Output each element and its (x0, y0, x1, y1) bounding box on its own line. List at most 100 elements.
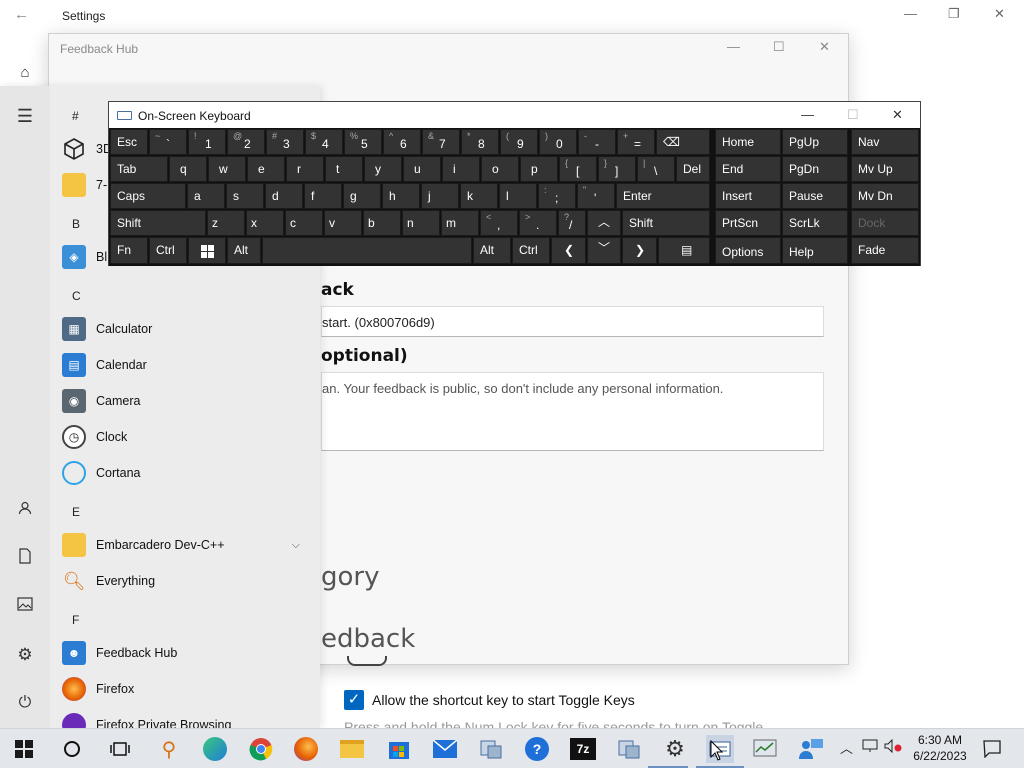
key-options[interactable]: Options (715, 237, 781, 264)
key-enter[interactable]: Enter (616, 183, 710, 209)
settings-close-button[interactable]: ✕ (994, 6, 1005, 22)
group-letter[interactable]: E (72, 505, 80, 519)
key-m[interactable]: m (441, 210, 479, 236)
feedback-people-icon[interactable] (797, 735, 825, 763)
key-shift-left[interactable]: Shift (110, 210, 206, 236)
key-help[interactable]: Help (782, 237, 848, 264)
key-f[interactable]: f (304, 183, 342, 209)
key-fade[interactable]: Fade (851, 237, 919, 264)
key-1[interactable]: ! 1 (188, 129, 226, 155)
home-icon[interactable]: ⌂ (14, 62, 36, 84)
key-mvup[interactable]: Mv Up (851, 156, 919, 182)
key-q[interactable]: q (169, 156, 207, 182)
key-t[interactable]: t (325, 156, 363, 182)
performance-icon[interactable] (751, 735, 779, 763)
network-icon[interactable] (862, 739, 878, 756)
key-z[interactable]: z (207, 210, 245, 236)
key-nav[interactable]: Nav (851, 129, 919, 155)
store-icon[interactable] (385, 735, 413, 763)
key-9[interactable]: (9 (500, 129, 538, 155)
start-icon[interactable] (10, 735, 38, 763)
key-up-arrow[interactable]: ︿ (587, 210, 621, 236)
key-k[interactable]: k (460, 183, 498, 209)
key-u[interactable]: u (403, 156, 441, 182)
key-g[interactable]: g (343, 183, 381, 209)
checkbox-checked-icon[interactable]: ✓ (344, 690, 364, 710)
edge-icon[interactable] (201, 735, 229, 763)
app-clock[interactable]: ◷ Clock (62, 420, 312, 454)
key-3[interactable]: #3 (266, 129, 304, 155)
taskbar-clock[interactable]: 6:30 AM 6/22/2023 (908, 732, 972, 764)
key-period[interactable]: >. (519, 210, 557, 236)
key-backspace[interactable]: ⌫ (656, 129, 710, 155)
feedback-minimize-button[interactable]: — (727, 39, 740, 54)
key-w[interactable]: w (208, 156, 246, 182)
key-b[interactable]: b (363, 210, 401, 236)
network-app-2-icon[interactable] (615, 735, 643, 763)
key-2[interactable]: @2 (227, 129, 265, 155)
key-shift-right[interactable]: Shift (622, 210, 710, 236)
key-a[interactable]: a (187, 183, 225, 209)
task-view-icon[interactable] (106, 735, 134, 763)
app-firefox-private[interactable]: Firefox Private Browsing (62, 708, 312, 728)
key-j[interactable]: j (421, 183, 459, 209)
key-pause[interactable]: Pause (782, 183, 848, 209)
key-5[interactable]: % 5 (344, 129, 382, 155)
hamburger-icon[interactable]: ☰ (14, 105, 36, 127)
back-arrow-icon[interactable]: ← (14, 6, 29, 23)
group-letter[interactable]: C (72, 289, 81, 303)
key-minus[interactable]: -- (578, 129, 616, 155)
key-x[interactable]: x (246, 210, 284, 236)
key-slash[interactable]: ? / (558, 210, 586, 236)
user-icon[interactable] (14, 500, 36, 522)
key-ctrl-left[interactable]: Ctrl (149, 237, 187, 264)
app-firefox[interactable]: Firefox (62, 672, 312, 706)
key-8[interactable]: * 8 (461, 129, 499, 155)
key-windows[interactable] (188, 237, 226, 264)
file-explorer-icon[interactable] (338, 735, 366, 763)
key-semicolon[interactable]: :; (538, 183, 576, 209)
key-pgdn[interactable]: PgDn (782, 156, 848, 182)
7zip-icon[interactable]: 7z (569, 735, 597, 763)
key-quote[interactable]: " ' (577, 183, 615, 209)
osk-close-button[interactable]: ✕ (892, 107, 903, 123)
key-c[interactable]: c (285, 210, 323, 236)
key-r[interactable]: r (286, 156, 324, 182)
app-calculator[interactable]: ▦ Calculator (62, 312, 312, 346)
app-feedback-hub[interactable]: ☻ Feedback Hub (62, 636, 312, 670)
key-mvdn[interactable]: Mv Dn (851, 183, 919, 209)
key-equals[interactable]: + = (617, 129, 655, 155)
key-i[interactable]: i (442, 156, 480, 182)
key-4[interactable]: $4 (305, 129, 343, 155)
key-left-bracket[interactable]: {[ (559, 156, 597, 182)
firefox-icon[interactable] (292, 735, 320, 763)
feedback-maximize-button[interactable]: ☐ (773, 39, 785, 55)
key-fn[interactable]: Fn (110, 237, 148, 264)
key-tilde[interactable]: ~ ` (149, 129, 187, 155)
key-0[interactable]: ) 0 (539, 129, 577, 155)
notification-icon[interactable] (978, 735, 1006, 763)
app-camera[interactable]: ◉ Camera (62, 384, 312, 418)
key-pgup[interactable]: PgUp (782, 129, 848, 155)
app-cortana[interactable]: Cortana (62, 456, 312, 490)
pictures-icon[interactable] (14, 596, 36, 618)
key-right-bracket[interactable]: }] (598, 156, 636, 182)
key-alt-left[interactable]: Alt (227, 237, 261, 264)
mail-icon[interactable] (431, 735, 459, 763)
key-o[interactable]: o (481, 156, 519, 182)
key-esc[interactable]: Esc (110, 129, 148, 155)
documents-icon[interactable] (14, 548, 36, 570)
group-letter[interactable]: F (72, 613, 79, 627)
key-l[interactable]: l (499, 183, 537, 209)
feedback-close-button[interactable]: ✕ (819, 39, 830, 55)
key-caps[interactable]: Caps (110, 183, 186, 209)
key-s[interactable]: s (226, 183, 264, 209)
search-circle-icon[interactable] (58, 735, 86, 763)
details-textarea[interactable]: an. Your feedback is public, so don't in… (321, 372, 824, 451)
key-prtscn[interactable]: PrtScn (715, 210, 781, 236)
support-icon[interactable]: ? (523, 735, 551, 763)
everything-search-icon[interactable]: ⚲ (155, 735, 183, 763)
key-comma[interactable]: <, (480, 210, 518, 236)
key-home[interactable]: Home (715, 129, 781, 155)
settings-restore-button[interactable]: ❐ (948, 6, 960, 22)
